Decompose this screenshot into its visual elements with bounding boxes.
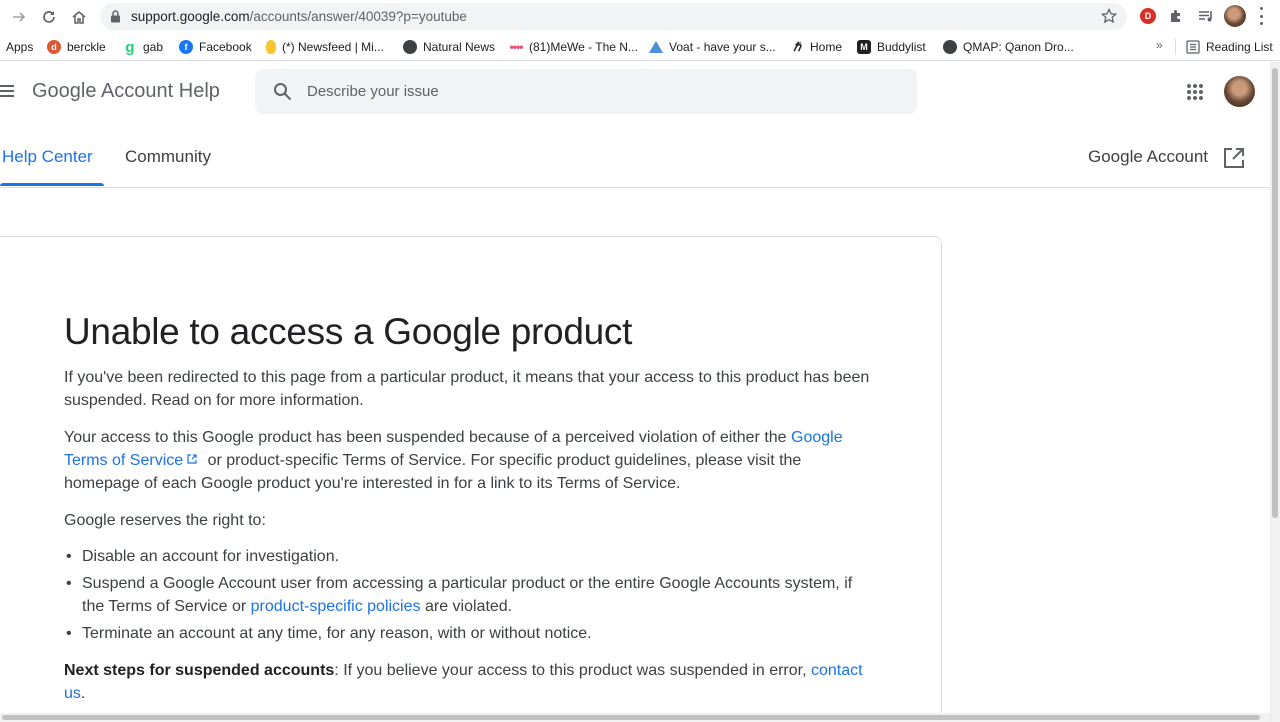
duckduckgo-icon: d bbox=[47, 40, 61, 54]
puzzle-icon bbox=[1171, 10, 1180, 22]
gab-icon: g bbox=[125, 38, 135, 56]
article-paragraph-tos: Your access to this Google product has b… bbox=[64, 429, 843, 492]
tab-help-center[interactable]: Help Center bbox=[2, 147, 93, 167]
tab-community[interactable]: Community bbox=[125, 147, 211, 167]
extension-d-icon: D bbox=[1140, 8, 1156, 24]
main-menu-icon[interactable] bbox=[0, 85, 14, 97]
lock-icon bbox=[111, 10, 120, 23]
account-avatar[interactable] bbox=[1224, 76, 1255, 107]
bookmark-gab[interactable]: g gab bbox=[123, 38, 163, 56]
queue-music-icon bbox=[1199, 11, 1212, 22]
bookmark-facebook[interactable]: f Facebook bbox=[179, 38, 252, 56]
list-item: Suspend a Google Account user from acces… bbox=[64, 572, 874, 618]
arrow-right-icon bbox=[13, 12, 26, 22]
list-item: Disable an account for investigation. bbox=[64, 545, 874, 568]
product-policies-link[interactable]: product-specific policies bbox=[251, 598, 421, 615]
bookmark-qmap[interactable]: QMAP: Qanon Dro... bbox=[943, 38, 1074, 56]
help-tabs: Help Center Community Google Account bbox=[0, 122, 1270, 188]
voat-icon bbox=[649, 40, 663, 54]
horizontal-scroll-thumb[interactable] bbox=[2, 715, 1260, 720]
globe-icon bbox=[403, 40, 417, 54]
rights-list: Disable an account for investigation. Su… bbox=[64, 545, 874, 645]
bookmark-separator bbox=[1175, 39, 1176, 55]
search-input[interactable] bbox=[307, 69, 897, 114]
mewe-dots-icon: •••• bbox=[509, 40, 524, 54]
home-glyph-icon: ℏ bbox=[793, 40, 801, 54]
bookmark-natural-news[interactable]: Natural News bbox=[403, 38, 495, 56]
bookmark-voat[interactable]: Voat - have your s... bbox=[649, 38, 776, 56]
bookmark-newsfeed[interactable]: (*) Newsfeed | Mi... bbox=[266, 38, 384, 56]
article-reserves-text: Google reserves the right to: bbox=[64, 512, 266, 529]
bookmark-mewe[interactable]: •••• (81)MeWe - The N... bbox=[509, 38, 638, 56]
lightbulb-icon bbox=[266, 40, 276, 54]
globe-icon bbox=[943, 40, 957, 54]
browser-menu-icon[interactable] bbox=[1258, 7, 1264, 25]
article-title: Unable to access a Google product bbox=[64, 311, 633, 352]
vertical-scroll-thumb[interactable] bbox=[1272, 68, 1278, 518]
list-item: Terminate an account at any time, for an… bbox=[64, 622, 874, 645]
external-link-icon bbox=[187, 454, 197, 464]
bookmark-buddylist[interactable]: M Buddylist bbox=[857, 38, 926, 56]
browser-toolbar: support.google.com/accounts/answer/40039… bbox=[0, 0, 1280, 33]
google-account-link[interactable]: Google Account bbox=[1088, 147, 1208, 167]
reading-list-icon bbox=[1186, 40, 1200, 54]
reload-icon bbox=[43, 11, 55, 23]
active-tab-indicator bbox=[0, 183, 104, 186]
search-icon[interactable] bbox=[273, 82, 292, 101]
browser-profile-avatar[interactable] bbox=[1224, 5, 1246, 27]
extensions-button[interactable] bbox=[1166, 6, 1186, 26]
article-intro: If you've been redirected to this page f… bbox=[64, 369, 870, 409]
reload-button[interactable] bbox=[38, 6, 60, 28]
extension-d-button[interactable]: D bbox=[1138, 6, 1158, 26]
help-center-header: Google Account Help bbox=[0, 62, 1270, 122]
buddylist-icon: M bbox=[857, 40, 871, 54]
bookmark-home[interactable]: ℏ Home bbox=[790, 38, 842, 56]
bookmark-apps[interactable]: Apps bbox=[6, 38, 33, 56]
home-icon bbox=[72, 11, 86, 24]
forward-button[interactable] bbox=[8, 6, 30, 28]
google-apps-icon[interactable] bbox=[1187, 84, 1203, 100]
media-control-button[interactable] bbox=[1196, 6, 1216, 26]
url-text: support.google.com/accounts/answer/40039… bbox=[131, 9, 467, 24]
home-button[interactable] bbox=[68, 6, 90, 28]
product-title[interactable]: Google Account Help bbox=[32, 80, 220, 103]
bookmark-star-icon[interactable] bbox=[1101, 8, 1117, 24]
open-in-new-icon[interactable] bbox=[1223, 147, 1245, 169]
next-steps-paragraph: Next steps for suspended accounts: If yo… bbox=[64, 662, 863, 702]
facebook-icon: f bbox=[179, 40, 193, 54]
article-content: Unable to access a Google product If you… bbox=[64, 310, 874, 705]
more-bookmarks-button[interactable]: » bbox=[1156, 38, 1163, 52]
address-bar[interactable]: support.google.com/accounts/answer/40039… bbox=[100, 3, 1127, 30]
reading-list-button[interactable]: Reading List bbox=[1186, 38, 1273, 56]
bookmark-berckle[interactable]: d berckle bbox=[47, 38, 106, 56]
search-box[interactable] bbox=[255, 69, 917, 114]
